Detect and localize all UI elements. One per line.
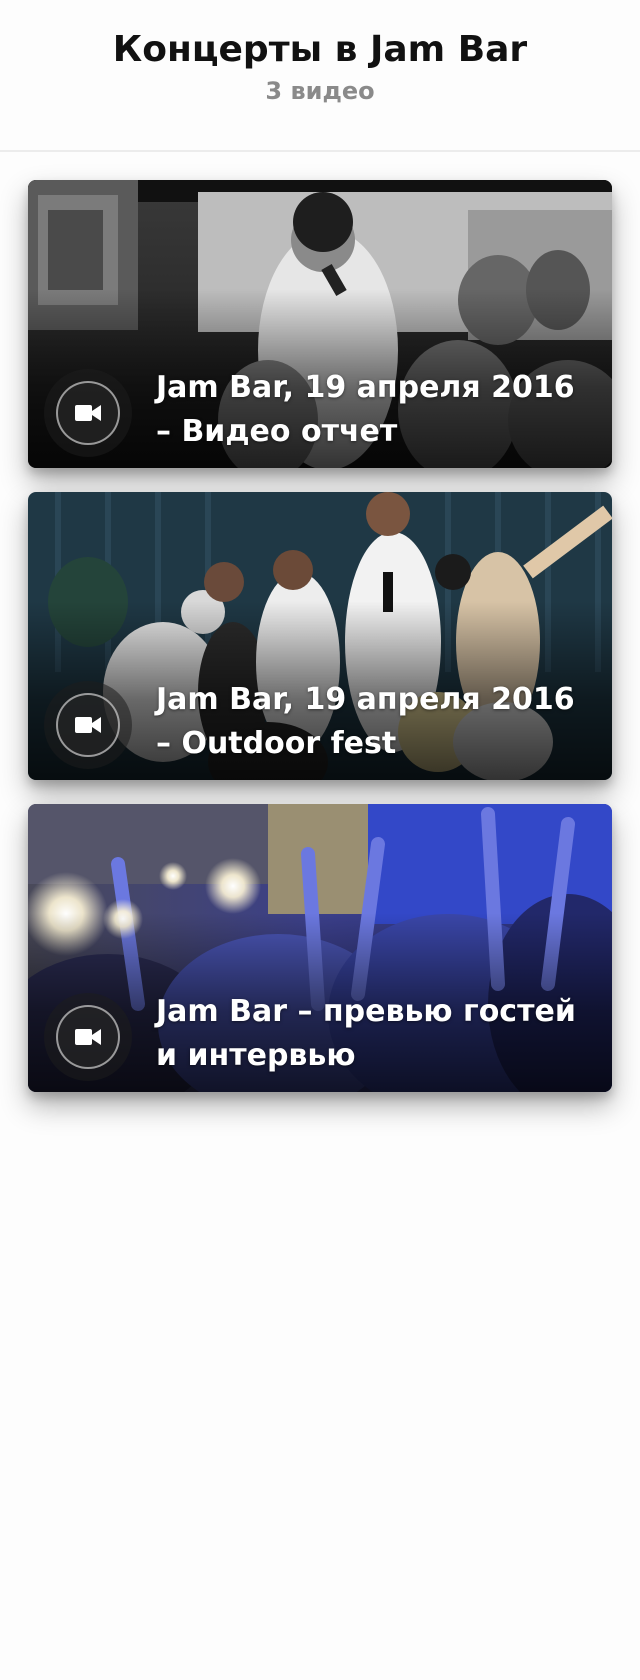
video-list: Jam Bar, 19 апреля 2016 – Видео отчет Ja… bbox=[0, 152, 640, 1092]
play-button[interactable] bbox=[44, 681, 132, 769]
video-card[interactable]: Jam Bar – превью гостей и интервью bbox=[28, 804, 612, 1092]
video-count: 3 видео bbox=[265, 77, 375, 105]
video-camera-icon bbox=[75, 405, 101, 421]
page-title: Концерты в Jam Bar bbox=[112, 29, 528, 70]
page-header: Концерты в Jam Bar 3 видео bbox=[0, 0, 640, 152]
video-card[interactable]: Jam Bar, 19 апреля 2016 – Видео отчет bbox=[28, 180, 612, 468]
video-title[interactable]: Jam Bar, 19 апреля 2016 – Outdoor fest bbox=[156, 678, 588, 766]
video-card[interactable]: Jam Bar, 19 апреля 2016 – Outdoor fest bbox=[28, 492, 612, 780]
play-button[interactable] bbox=[44, 369, 132, 457]
video-camera-icon bbox=[75, 1029, 101, 1045]
video-title[interactable]: Jam Bar – превью гостей и интервью bbox=[156, 990, 588, 1078]
video-title[interactable]: Jam Bar, 19 апреля 2016 – Видео отчет bbox=[156, 366, 588, 454]
video-camera-icon bbox=[75, 717, 101, 733]
play-button[interactable] bbox=[44, 993, 132, 1081]
